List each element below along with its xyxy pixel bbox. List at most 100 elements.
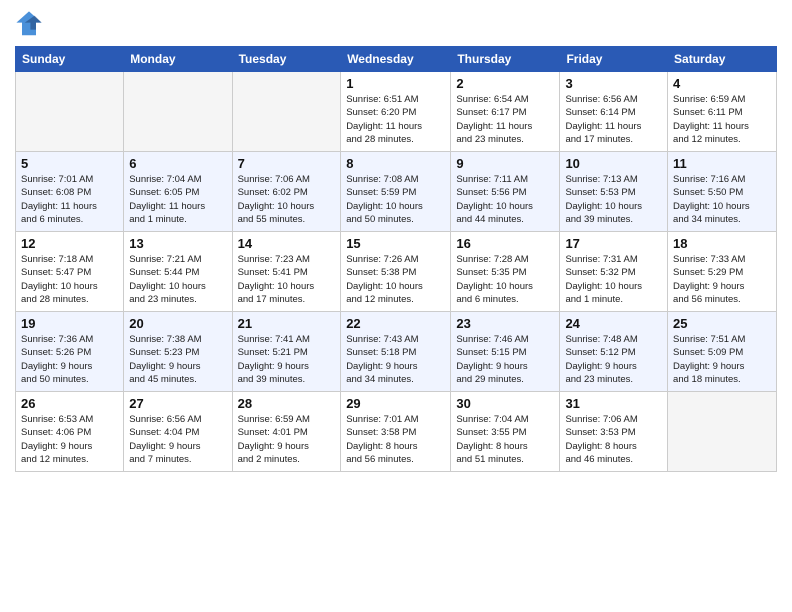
calendar-cell: 14 Sunrise: 7:23 AM Sunset: 5:41 PM Dayli… bbox=[232, 232, 341, 312]
calendar-cell: 8 Sunrise: 7:08 AM Sunset: 5:59 PM Daylig… bbox=[341, 152, 451, 232]
day-number: 3 bbox=[565, 76, 662, 91]
day-info: Sunrise: 7:43 AM Sunset: 5:18 PM Dayligh… bbox=[346, 333, 445, 386]
calendar-cell: 16Sunrise: 7:28 AM Sunset: 5:35 PM Dayli… bbox=[451, 232, 560, 312]
calendar-cell: 27 Sunrise: 6:56 AM Sunset: 4:04 PM Dayli… bbox=[124, 392, 232, 472]
day-number: 1 bbox=[346, 76, 445, 91]
day-info: Sunrise: 7:51 AM Sunset: 5:09 PM Dayligh… bbox=[673, 333, 771, 386]
day-number: 20 bbox=[129, 316, 226, 331]
calendar-cell: 26 Sunrise: 6:53 AM Sunset: 4:06 PM Dayli… bbox=[16, 392, 124, 472]
calendar-cell: 22 Sunrise: 7:43 AM Sunset: 5:18 PM Dayli… bbox=[341, 312, 451, 392]
day-number: 28 bbox=[238, 396, 336, 411]
day-info: Sunrise: 7:33 AM Sunset: 5:29 PM Dayligh… bbox=[673, 253, 771, 306]
day-info: Sunrise: 7:36 AM Sunset: 5:26 PM Dayligh… bbox=[21, 333, 118, 386]
weekday-header: Wednesday bbox=[341, 47, 451, 72]
day-number: 8 bbox=[346, 156, 445, 171]
calendar-week-row: 19 Sunrise: 7:36 AM Sunset: 5:26 PM Dayli… bbox=[16, 312, 777, 392]
day-info: Sunrise: 7:06 AM Sunset: 6:02 PM Dayligh… bbox=[238, 173, 336, 226]
calendar-cell: 23 Sunrise: 7:46 AM Sunset: 5:15 PM Dayli… bbox=[451, 312, 560, 392]
calendar-cell: 9 Sunrise: 7:11 AM Sunset: 5:56 PM Daylig… bbox=[451, 152, 560, 232]
day-info: Sunrise: 7:18 AM Sunset: 5:47 PM Dayligh… bbox=[21, 253, 118, 306]
weekday-header: Monday bbox=[124, 47, 232, 72]
day-info: Sunrise: 7:06 AM Sunset: 3:53 PM Dayligh… bbox=[565, 413, 662, 466]
day-info: Sunrise: 7:11 AM Sunset: 5:56 PM Dayligh… bbox=[456, 173, 554, 226]
page-container: SundayMondayTuesdayWednesdayThursdayFrid… bbox=[0, 0, 792, 482]
calendar-cell: 13 Sunrise: 7:21 AM Sunset: 5:44 PM Dayli… bbox=[124, 232, 232, 312]
calendar-cell: 2Sunrise: 6:54 AM Sunset: 6:17 PM Daylig… bbox=[451, 72, 560, 152]
calendar-cell bbox=[668, 392, 777, 472]
day-info: Sunrise: 7:23 AM Sunset: 5:41 PM Dayligh… bbox=[238, 253, 336, 306]
day-number: 14 bbox=[238, 236, 336, 251]
day-number: 30 bbox=[456, 396, 554, 411]
weekday-header: Thursday bbox=[451, 47, 560, 72]
weekday-header: Sunday bbox=[16, 47, 124, 72]
day-number: 21 bbox=[238, 316, 336, 331]
calendar: SundayMondayTuesdayWednesdayThursdayFrid… bbox=[15, 46, 777, 472]
day-number: 4 bbox=[673, 76, 771, 91]
day-number: 17 bbox=[565, 236, 662, 251]
day-info: Sunrise: 7:26 AM Sunset: 5:38 PM Dayligh… bbox=[346, 253, 445, 306]
calendar-cell: 21 Sunrise: 7:41 AM Sunset: 5:21 PM Dayli… bbox=[232, 312, 341, 392]
day-number: 18 bbox=[673, 236, 771, 251]
calendar-cell: 20 Sunrise: 7:38 AM Sunset: 5:23 PM Dayli… bbox=[124, 312, 232, 392]
day-info: Sunrise: 7:04 AM Sunset: 3:55 PM Dayligh… bbox=[456, 413, 554, 466]
day-info: Sunrise: 6:56 AM Sunset: 4:04 PM Dayligh… bbox=[129, 413, 226, 466]
calendar-cell bbox=[16, 72, 124, 152]
day-number: 19 bbox=[21, 316, 118, 331]
day-info: Sunrise: 7:31 AM Sunset: 5:32 PM Dayligh… bbox=[565, 253, 662, 306]
day-info: Sunrise: 7:38 AM Sunset: 5:23 PM Dayligh… bbox=[129, 333, 226, 386]
day-number: 27 bbox=[129, 396, 226, 411]
calendar-cell: 15 Sunrise: 7:26 AM Sunset: 5:38 PM Dayli… bbox=[341, 232, 451, 312]
day-number: 23 bbox=[456, 316, 554, 331]
weekday-header: Saturday bbox=[668, 47, 777, 72]
day-number: 12 bbox=[21, 236, 118, 251]
day-number: 10 bbox=[565, 156, 662, 171]
day-number: 29 bbox=[346, 396, 445, 411]
day-number: 26 bbox=[21, 396, 118, 411]
day-number: 15 bbox=[346, 236, 445, 251]
calendar-cell: 30 Sunrise: 7:04 AM Sunset: 3:55 PM Dayli… bbox=[451, 392, 560, 472]
calendar-cell: 24Sunrise: 7:48 AM Sunset: 5:12 PM Dayli… bbox=[560, 312, 668, 392]
day-info: Sunrise: 6:54 AM Sunset: 6:17 PM Dayligh… bbox=[456, 93, 554, 146]
calendar-cell: 11Sunrise: 7:16 AM Sunset: 5:50 PM Dayli… bbox=[668, 152, 777, 232]
day-info: Sunrise: 7:13 AM Sunset: 5:53 PM Dayligh… bbox=[565, 173, 662, 226]
day-number: 9 bbox=[456, 156, 554, 171]
day-number: 6 bbox=[129, 156, 226, 171]
weekday-header: Friday bbox=[560, 47, 668, 72]
day-number: 25 bbox=[673, 316, 771, 331]
day-info: Sunrise: 6:51 AM Sunset: 6:20 PM Dayligh… bbox=[346, 93, 445, 146]
day-number: 13 bbox=[129, 236, 226, 251]
logo-icon bbox=[15, 10, 43, 38]
day-info: Sunrise: 7:46 AM Sunset: 5:15 PM Dayligh… bbox=[456, 333, 554, 386]
day-info: Sunrise: 6:59 AM Sunset: 6:11 PM Dayligh… bbox=[673, 93, 771, 146]
calendar-cell: 19 Sunrise: 7:36 AM Sunset: 5:26 PM Dayli… bbox=[16, 312, 124, 392]
weekday-header: Tuesday bbox=[232, 47, 341, 72]
calendar-cell: 17 Sunrise: 7:31 AM Sunset: 5:32 PM Dayli… bbox=[560, 232, 668, 312]
day-number: 5 bbox=[21, 156, 118, 171]
day-info: Sunrise: 7:48 AM Sunset: 5:12 PM Dayligh… bbox=[565, 333, 662, 386]
calendar-cell: 12 Sunrise: 7:18 AM Sunset: 5:47 PM Dayli… bbox=[16, 232, 124, 312]
calendar-week-row: 12 Sunrise: 7:18 AM Sunset: 5:47 PM Dayli… bbox=[16, 232, 777, 312]
calendar-cell: 1 Sunrise: 6:51 AM Sunset: 6:20 PM Daylig… bbox=[341, 72, 451, 152]
calendar-cell: 29 Sunrise: 7:01 AM Sunset: 3:58 PM Dayli… bbox=[341, 392, 451, 472]
calendar-cell: 7 Sunrise: 7:06 AM Sunset: 6:02 PM Daylig… bbox=[232, 152, 341, 232]
calendar-cell: 5Sunrise: 7:01 AM Sunset: 6:08 PM Daylig… bbox=[16, 152, 124, 232]
calendar-week-row: 5Sunrise: 7:01 AM Sunset: 6:08 PM Daylig… bbox=[16, 152, 777, 232]
day-info: Sunrise: 6:56 AM Sunset: 6:14 PM Dayligh… bbox=[565, 93, 662, 146]
day-info: Sunrise: 6:53 AM Sunset: 4:06 PM Dayligh… bbox=[21, 413, 118, 466]
day-info: Sunrise: 7:41 AM Sunset: 5:21 PM Dayligh… bbox=[238, 333, 336, 386]
calendar-cell: 6Sunrise: 7:04 AM Sunset: 6:05 PM Daylig… bbox=[124, 152, 232, 232]
day-number: 7 bbox=[238, 156, 336, 171]
calendar-cell: 31Sunrise: 7:06 AM Sunset: 3:53 PM Dayli… bbox=[560, 392, 668, 472]
calendar-cell: 10 Sunrise: 7:13 AM Sunset: 5:53 PM Dayli… bbox=[560, 152, 668, 232]
day-info: Sunrise: 7:16 AM Sunset: 5:50 PM Dayligh… bbox=[673, 173, 771, 226]
calendar-cell bbox=[124, 72, 232, 152]
logo bbox=[15, 10, 47, 38]
day-number: 22 bbox=[346, 316, 445, 331]
header bbox=[15, 10, 777, 38]
day-info: Sunrise: 7:01 AM Sunset: 3:58 PM Dayligh… bbox=[346, 413, 445, 466]
day-info: Sunrise: 7:28 AM Sunset: 5:35 PM Dayligh… bbox=[456, 253, 554, 306]
day-info: Sunrise: 6:59 AM Sunset: 4:01 PM Dayligh… bbox=[238, 413, 336, 466]
calendar-cell: 28 Sunrise: 6:59 AM Sunset: 4:01 PM Dayli… bbox=[232, 392, 341, 472]
day-info: Sunrise: 7:21 AM Sunset: 5:44 PM Dayligh… bbox=[129, 253, 226, 306]
day-info: Sunrise: 7:08 AM Sunset: 5:59 PM Dayligh… bbox=[346, 173, 445, 226]
